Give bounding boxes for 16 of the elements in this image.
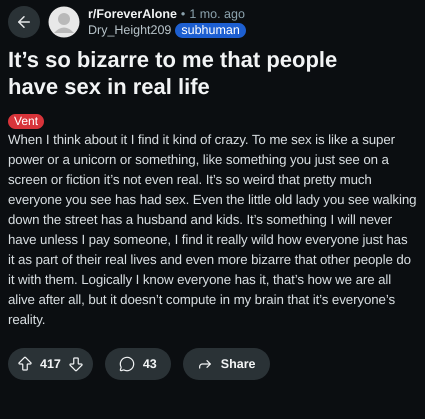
upvote-icon[interactable] xyxy=(16,355,34,373)
vote-count: 417 xyxy=(40,356,61,373)
comments-button[interactable]: 43 xyxy=(104,348,171,380)
avatar-icon xyxy=(48,6,80,38)
subreddit-name[interactable]: r/ForeverAlone xyxy=(88,6,177,22)
author-name[interactable]: Dry_Height209 xyxy=(88,22,172,38)
user-flair: subhuman xyxy=(175,22,246,38)
comment-icon xyxy=(118,356,135,372)
back-button[interactable] xyxy=(8,6,40,38)
share-button[interactable]: Share xyxy=(182,348,270,380)
post-title: It’s so bizarre to me that people have sex in real life xyxy=(8,46,338,100)
separator-dot: • xyxy=(180,6,186,22)
post-flair: Vent xyxy=(8,114,44,129)
post-body: When I think about it I find it kind of crazy. To me sex is like a super power or a unicorn or something, like something you just see on a screen or fiction it’s not even real. It’s so weird that pretty much everyone you see has had sex. Even the little old lady you see walking down the street has a husband and kids. It’s something I will never have unless I pay someone, I find it really wild how everyone just has it as part of their real lives and even more bizarre that other people do it with them. Logically I know everyone has it, that’s how we are all alive after all, but it doesn’t compute in my brain that it’s everyone’s reality. xyxy=(8,131,417,329)
post-time: 1 mo. ago xyxy=(189,6,245,22)
downvote-icon[interactable] xyxy=(66,355,85,373)
